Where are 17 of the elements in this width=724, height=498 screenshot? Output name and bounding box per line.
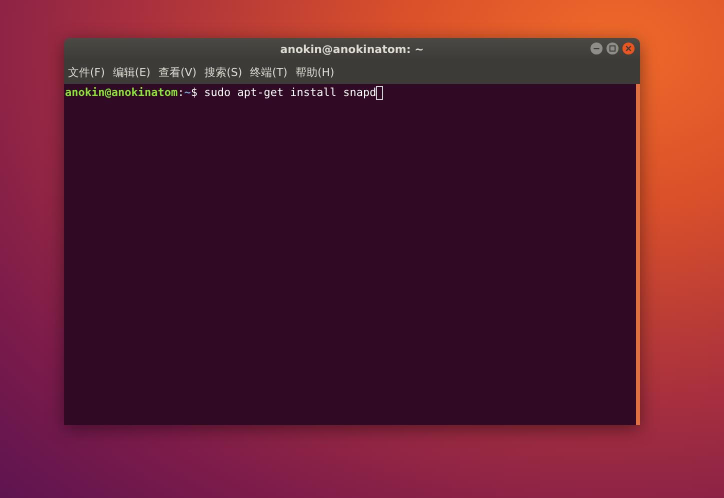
menu-item[interactable]: 搜索(S): [204, 64, 242, 80]
menu-item[interactable]: 终端(T): [250, 64, 288, 80]
scrollbar[interactable]: [636, 84, 640, 425]
text-cursor: [376, 86, 384, 100]
menu-item[interactable]: 帮助(H): [295, 64, 334, 80]
menu-item[interactable]: 查看(V): [158, 64, 197, 80]
menu-item[interactable]: 编辑(E): [112, 64, 150, 80]
menu-item[interactable]: 文件(F): [68, 64, 105, 80]
prompt-user-host: anokin@anokinatom: [65, 85, 178, 100]
command-text: sudo apt-get install snapd: [204, 85, 376, 100]
maximize-icon[interactable]: [606, 42, 619, 55]
prompt-path: ~: [184, 85, 191, 100]
window-title: anokin@anokinatom: ~: [280, 42, 424, 56]
minimize-icon[interactable]: [590, 42, 603, 55]
prompt-separator: :: [178, 85, 184, 100]
close-icon[interactable]: [622, 42, 635, 55]
prompt-symbol: $: [190, 85, 198, 100]
